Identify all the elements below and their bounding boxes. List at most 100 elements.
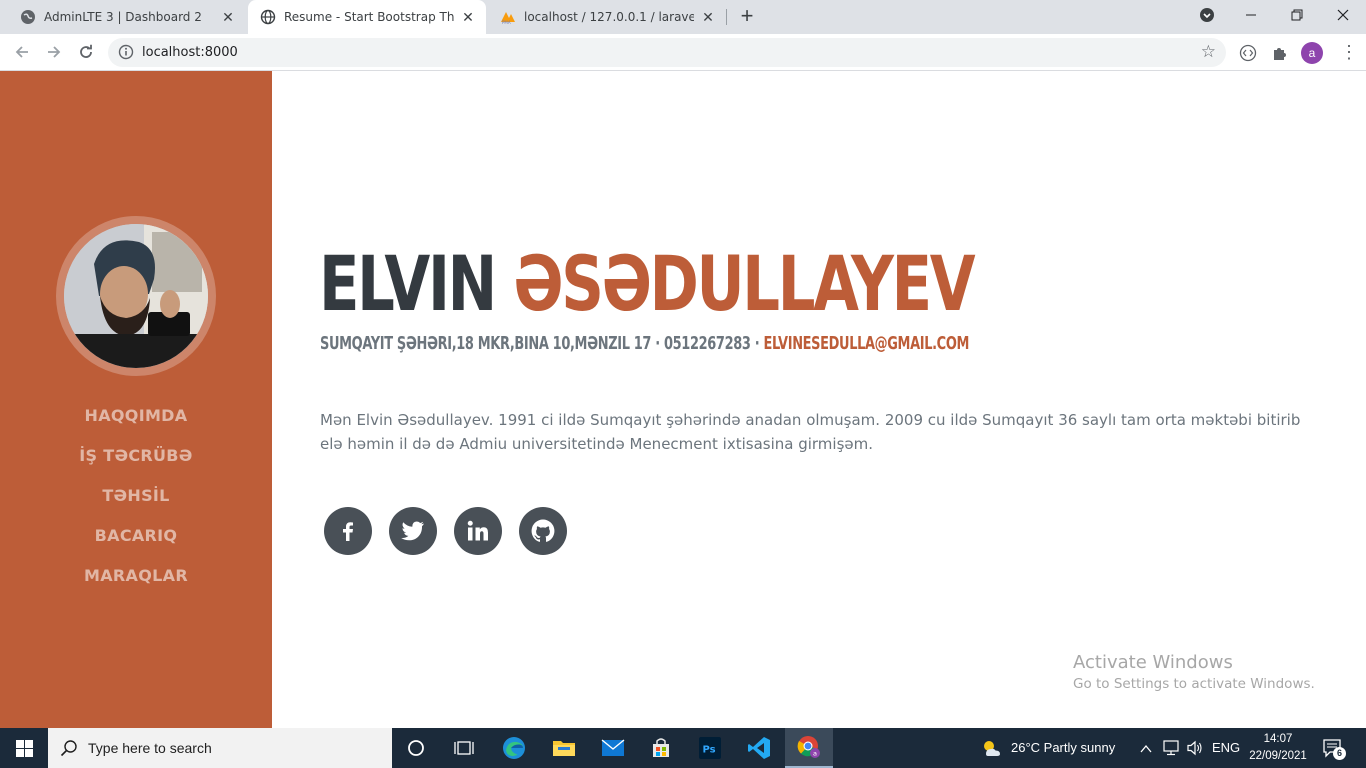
edge-icon [503, 737, 525, 759]
nav-item-haqqimda[interactable]: HAQQIMDA [0, 396, 272, 436]
profile-avatar[interactable]: a [1301, 42, 1323, 64]
github-button[interactable] [519, 507, 567, 555]
chevron-up-icon[interactable] [1140, 741, 1152, 759]
watermark-title: Activate Windows [1073, 652, 1233, 673]
email-link[interactable]: ELVINESEDULLA@GMAIL.COM [763, 333, 969, 354]
tab-title: localhost / 127.0.0.1 / laravelcv2 [524, 10, 694, 24]
page-title: ELVIN ƏSƏDULLAYEV [319, 239, 976, 329]
task-view-icon [454, 741, 474, 755]
twitter-icon [401, 521, 424, 541]
tab-title: AdminLTE 3 | Dashboard 2 [44, 10, 202, 24]
close-window-button[interactable] [1320, 0, 1366, 30]
restore-button[interactable] [1274, 0, 1320, 30]
linkedin-icon [467, 520, 488, 541]
twitter-button[interactable] [389, 507, 437, 555]
taskbar-app-mail[interactable] [589, 728, 637, 768]
separator: · [655, 333, 660, 354]
back-button[interactable] [10, 40, 34, 64]
close-tab-icon[interactable]: ✕ [220, 9, 236, 25]
main-content: ELVIN ƏSƏDULLAYEV SUMQAYIT ŞƏHƏRI,18 MKR… [272, 71, 1366, 728]
address-bar[interactable]: localhost:8000 ☆ [108, 38, 1226, 67]
folder-icon [553, 741, 575, 756]
mail-icon [601, 739, 625, 756]
store-icon [653, 738, 669, 757]
nav-item-is-tecrube[interactable]: İŞ TƏCRÜBƏ [0, 436, 272, 476]
nav-item-tehsil[interactable]: TƏHSİL [0, 476, 272, 516]
clock-time: 14:07 [1263, 733, 1293, 745]
network-icon[interactable] [1162, 740, 1180, 761]
minimize-button[interactable] [1228, 0, 1274, 30]
taskbar-search[interactable]: Type here to search [48, 728, 392, 768]
taskbar-app-chrome[interactable]: a [785, 728, 833, 768]
activate-windows-watermark: Activate Windows Go to Settings to activ… [1073, 652, 1315, 692]
github-icon [531, 519, 555, 542]
social-links [324, 507, 567, 555]
task-view-button[interactable] [440, 728, 488, 768]
svg-text:PMA: PMA [502, 20, 511, 25]
nav-item-maraqlar[interactable]: MARAQLAR [0, 556, 272, 596]
profile-photo [64, 224, 208, 368]
reload-button[interactable] [74, 40, 98, 64]
close-tab-icon[interactable]: ✕ [460, 9, 476, 25]
separator: · [754, 333, 760, 354]
tab-resume[interactable]: Resume - Start Bootstrap Theme ✕ [248, 0, 486, 34]
notification-count: 6 [1333, 747, 1346, 760]
sidebar: HAQQIMDA İŞ TƏCRÜBƏ TƏHSİL BACARIQ MARAQ… [0, 71, 272, 728]
tab-title: Resume - Start Bootstrap Theme [284, 10, 454, 24]
nav-item-bacariq[interactable]: BACARIQ [0, 516, 272, 556]
cortana-button[interactable] [392, 728, 440, 768]
notification-center-icon[interactable]: 6 [1322, 738, 1348, 760]
browser-toolbar: localhost:8000 ☆ a ⋮ [0, 34, 1366, 71]
tab-separator [726, 9, 727, 25]
vscode-icon [748, 737, 770, 759]
bookmark-star-icon[interactable]: ☆ [1201, 42, 1216, 62]
weather-icon[interactable] [980, 737, 1002, 764]
facebook-icon [343, 522, 353, 541]
windows-taskbar: Type here to search Ps a 26°C Partly sun… [0, 728, 1366, 768]
taskbar-app-photoshop[interactable]: Ps [686, 728, 734, 768]
taskbar-app-file-explorer[interactable] [540, 728, 588, 768]
tab-search-button[interactable] [1184, 0, 1230, 30]
weather-text[interactable]: 26°C Partly sunny [1011, 740, 1115, 755]
contact-line: SUMQAYIT ŞƏHƏRI,18 MKR,BINA 10,MƏNZIL 17… [320, 333, 969, 354]
first-name: ELVIN [319, 239, 497, 328]
tab-adminlte[interactable]: AdminLTE 3 | Dashboard 2 ✕ [8, 0, 246, 34]
phone-text: 0512267283 [663, 333, 751, 354]
profile-photo-frame [56, 216, 216, 376]
taskbar-app-store[interactable] [637, 728, 685, 768]
browser-tab-strip: AdminLTE 3 | Dashboard 2 ✕ Resume - Star… [0, 0, 1366, 34]
clock[interactable]: 14:07 22/09/2021 [1244, 731, 1312, 765]
bio-paragraph: Mən Elvin Əsədullayev. 1991 ci ildə Sumq… [320, 411, 1301, 453]
taskbar-app-edge[interactable] [490, 728, 538, 768]
volume-icon[interactable] [1186, 740, 1204, 761]
taskbar-app-vscode[interactable] [735, 728, 783, 768]
chrome-icon: a [797, 736, 820, 758]
close-tab-icon[interactable]: ✕ [700, 9, 716, 25]
last-name: ƏSƏDULLAYEV [513, 239, 975, 328]
svg-text:a: a [813, 750, 817, 758]
globe-icon [260, 9, 276, 25]
forward-button[interactable] [42, 40, 66, 64]
watermark-subtitle: Go to Settings to activate Windows. [1073, 676, 1315, 692]
globe-icon [20, 9, 36, 25]
facebook-button[interactable] [324, 507, 372, 555]
browser-menu-icon[interactable]: ⋮ [1340, 42, 1358, 64]
start-button[interactable] [0, 728, 48, 768]
tab-phpmyadmin[interactable]: PMA localhost / 127.0.0.1 / laravelcv2 ✕ [488, 0, 726, 34]
svg-text:Ps: Ps [703, 745, 716, 756]
site-info-icon[interactable] [118, 44, 134, 60]
url-text: localhost:8000 [142, 45, 238, 60]
phpmyadmin-icon: PMA [500, 9, 516, 25]
clock-date: 22/09/2021 [1249, 750, 1307, 762]
photoshop-icon: Ps [699, 737, 721, 759]
language-indicator[interactable]: ENG [1212, 740, 1240, 755]
cortana-icon [408, 740, 424, 756]
search-placeholder: Type here to search [88, 740, 212, 756]
new-tab-button[interactable]: + [737, 5, 757, 27]
sidebar-nav: HAQQIMDA İŞ TƏCRÜBƏ TƏHSİL BACARIQ MARAQ… [0, 396, 272, 596]
extensions-puzzle-icon[interactable] [1269, 42, 1291, 64]
linkedin-button[interactable] [454, 507, 502, 555]
address-text: SUMQAYIT ŞƏHƏRI,18 MKR,BINA 10,MƏNZIL 17 [320, 333, 652, 354]
extension-code-icon[interactable] [1237, 42, 1259, 64]
windows-icon [15, 739, 33, 757]
